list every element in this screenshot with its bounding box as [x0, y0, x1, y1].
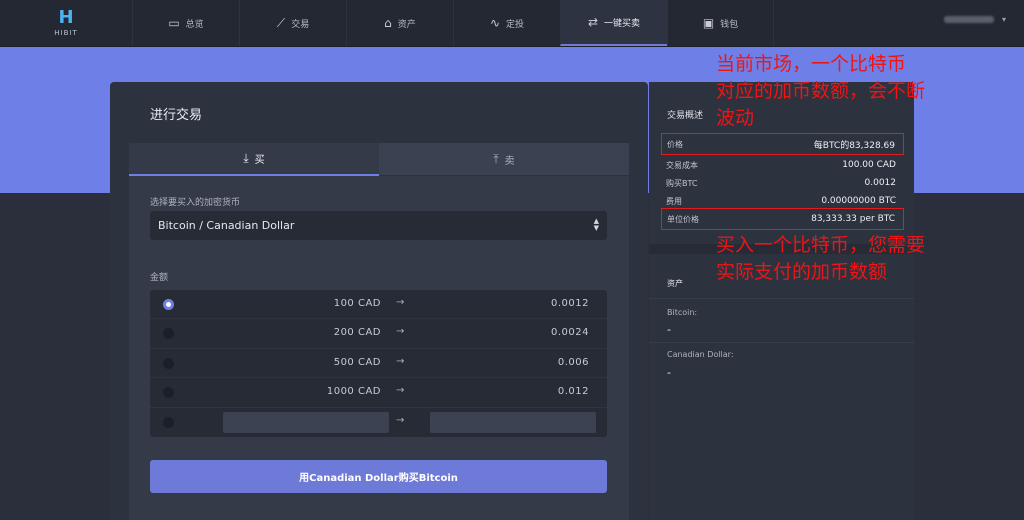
logo[interactable]: H HIBIT: [0, 0, 132, 46]
amount-options: 100 CAD → 0.0012 200 CAD → 0.0024 500 CA…: [150, 290, 607, 437]
unit-price-value: 83,333.33 per BTC: [811, 214, 895, 224]
annotation-line: 实际支付的加币数额: [716, 261, 888, 283]
pulse-icon: ∿: [489, 16, 501, 30]
amount-row[interactable]: 1000 CAD → 0.012: [150, 378, 607, 408]
price-value: 每BTC的83,328.69: [813, 140, 895, 151]
custom-amount-row[interactable]: →: [150, 408, 607, 437]
fee-value: 0.00000000 BTC: [821, 196, 896, 206]
amount-row[interactable]: 100 CAD → 0.0012: [150, 290, 607, 320]
price-label: 价格: [667, 139, 683, 149]
annotation-line: 对应的加币数额，会不断: [716, 80, 926, 102]
arrow-right-icon: →: [396, 355, 405, 367]
btc-amount: 0.006: [557, 356, 589, 368]
download-icon: ⤓: [243, 151, 249, 165]
arrow-right-icon: →: [396, 414, 405, 426]
tab-sell[interactable]: ⤒ 卖: [379, 143, 629, 176]
fee-label: 费用: [666, 196, 682, 206]
cad-amount: 100 CAD: [333, 298, 381, 309]
cad-label: Canadian Dollar:: [667, 350, 734, 359]
currency-pair-select[interactable]: Bitcoin / Canadian Dollar ▲ ▼: [150, 211, 607, 240]
page-title: 进行交易: [150, 108, 203, 123]
tab-buy[interactable]: ⤓ 买: [129, 143, 379, 176]
custom-cad-input[interactable]: [223, 411, 389, 433]
wallet-icon: ▣: [702, 16, 715, 30]
radio-button[interactable]: [163, 328, 174, 340]
trade-card: 进行交易 ⤓ 买 ⤒ 卖 选择要买入的加密货币 Bitcoin / Canadi…: [110, 82, 648, 520]
user-menu[interactable]: ▾: [943, 15, 1006, 24]
annotation-market-price: 当前市场，一个比特币 对应的加币数额，会不断 波动: [716, 51, 925, 132]
top-nav: H HIBIT ▭ 总览 ⟋ 交易 ⌂ 资产 ∿ 定投 ⇄ 一键买卖 ▣ 钱包 …: [0, 0, 1024, 47]
summary-sidebar: 交易概述 价格 每BTC的83,328.69 交易成本 100.00 CAD 购…: [649, 82, 914, 520]
cad-amount: 500 CAD: [333, 356, 381, 368]
cost-value: 100.00 CAD: [842, 160, 896, 170]
sort-arrows-icon: ▲ ▼: [593, 217, 599, 232]
nav-item-assets[interactable]: ⌂ 资产: [346, 0, 453, 46]
summary-title: 交易概述: [667, 111, 704, 121]
radio-button[interactable]: [163, 387, 174, 399]
chevron-down-icon: ▾: [1001, 15, 1006, 24]
bank-icon: ⌂: [384, 16, 392, 30]
cost-label: 交易成本: [666, 160, 698, 170]
assets-title: 资产: [667, 279, 683, 288]
arrow-right-icon: →: [396, 326, 405, 338]
btc-amount: 0.0024: [551, 327, 589, 339]
cad-balance: -: [667, 366, 671, 379]
nav-item-trade[interactable]: ⟋ 交易: [239, 0, 346, 46]
price-row: 价格 每BTC的83,328.69: [661, 133, 904, 155]
currency-pair-value: Bitcoin / Canadian Dollar: [158, 219, 295, 232]
nav-item-quick-trade[interactable]: ⇄ 一键买卖: [560, 0, 667, 46]
chart-line-icon: ⟋: [276, 15, 286, 30]
radio-button-selected[interactable]: [163, 299, 174, 310]
radio-button[interactable]: [163, 416, 174, 428]
nav-label: 钱包: [720, 19, 739, 30]
arrow-right-icon: →: [396, 297, 405, 308]
btc-amount: 0.0012: [551, 298, 589, 309]
trade-tabs: ⤓ 买 ⤒ 卖: [129, 143, 629, 176]
select-label: 选择要买入的加密货币: [150, 198, 241, 208]
unit-price-row: 单位价格 83,333.33 per BTC: [661, 208, 904, 230]
nav-item-overview[interactable]: ▭ 总览: [132, 0, 239, 46]
trade-panel: ⤓ 买 ⤒ 卖 选择要买入的加密货币 Bitcoin / Canadian Do…: [129, 143, 629, 520]
swap-icon: ⇄: [587, 15, 599, 29]
annotation-unit-price: 买入一个比特币，您需要 实际支付的加币数额: [716, 232, 925, 286]
divider: [649, 298, 914, 299]
radio-button[interactable]: [163, 357, 174, 369]
nav-label: 交易: [291, 19, 310, 30]
nav-label: 总览: [185, 19, 204, 30]
custom-btc-input[interactable]: [430, 411, 596, 433]
amount-label: 金额: [150, 273, 169, 283]
buy-btc-value: 0.0012: [864, 178, 897, 188]
amount-row[interactable]: 200 CAD → 0.0024: [150, 319, 607, 349]
nav-label: 资产: [397, 19, 416, 30]
divider: [649, 342, 914, 343]
nav-item-wallet[interactable]: ▣ 钱包: [667, 0, 774, 46]
unit-price-label: 单位价格: [667, 214, 699, 224]
amount-row[interactable]: 500 CAD → 0.006: [150, 349, 607, 379]
bitcoin-label: Bitcoin:: [667, 308, 698, 317]
user-name-blurred: [943, 16, 994, 23]
nav-item-recurring[interactable]: ∿ 定投: [453, 0, 560, 46]
bitcoin-balance: -: [667, 323, 671, 336]
annotation-line: 当前市场，一个比特币: [716, 53, 907, 75]
nav-label: 一键买卖: [604, 18, 641, 29]
cad-amount: 1000 CAD: [326, 386, 381, 398]
nav-label: 定投: [506, 19, 525, 30]
upload-icon: ⤒: [493, 151, 499, 166]
btc-amount: 0.012: [557, 386, 589, 398]
logo-text: HIBIT: [54, 29, 78, 37]
dashboard-icon: ▭: [168, 16, 180, 30]
cad-amount: 200 CAD: [333, 327, 381, 339]
arrow-right-icon: →: [396, 385, 405, 397]
annotation-line: 买入一个比特币，您需要: [716, 234, 926, 256]
buy-btc-label: 购买BTC: [666, 178, 698, 188]
tab-sell-label: 卖: [504, 155, 515, 167]
logo-mark: H: [58, 7, 74, 28]
annotation-line: 波动: [716, 107, 755, 129]
buy-submit-button[interactable]: 用Canadian Dollar购买Bitcoin: [150, 460, 607, 493]
tab-buy-label: 买: [254, 155, 265, 166]
